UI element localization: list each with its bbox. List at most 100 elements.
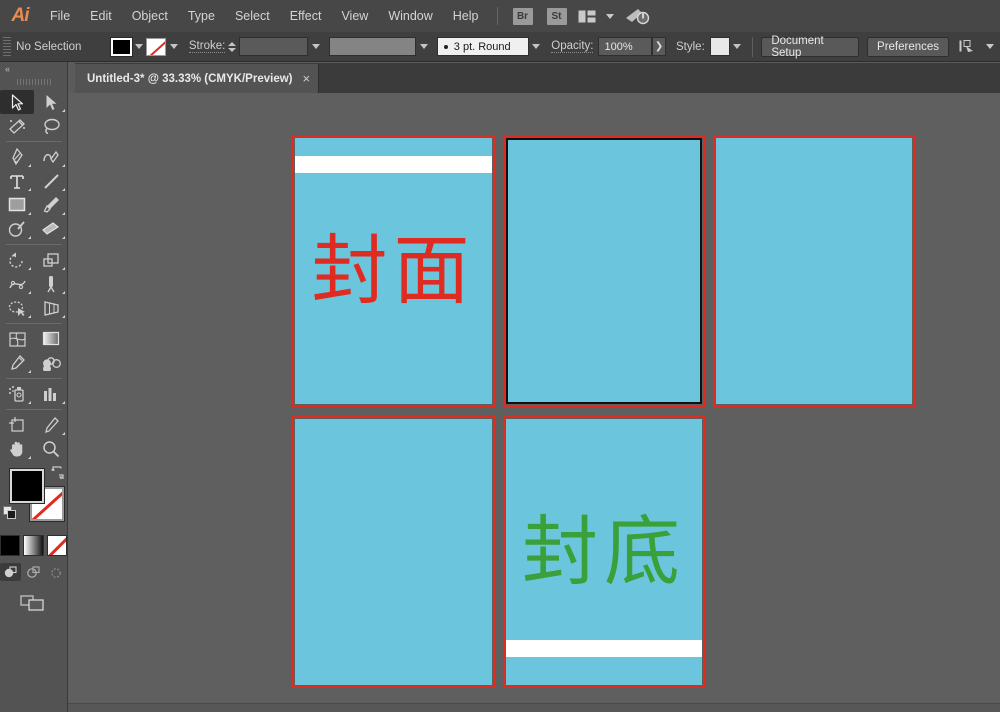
arrange-chevron-down-icon[interactable] xyxy=(606,14,614,19)
lasso-tool[interactable] xyxy=(34,114,68,138)
shape-builder-tool[interactable] xyxy=(0,296,34,320)
selection-tool[interactable] xyxy=(0,90,34,114)
document-tab[interactable]: Untitled-3* @ 33.33% (CMYK/Preview) × xyxy=(75,64,319,93)
gradient-tool[interactable] xyxy=(34,327,68,351)
fill-color-swatch[interactable] xyxy=(111,38,131,56)
width-tool[interactable] xyxy=(0,272,34,296)
stroke-color-chevron-down-icon[interactable] xyxy=(166,37,181,57)
hand-tool[interactable] xyxy=(0,437,34,461)
style-chevron-down-icon[interactable] xyxy=(730,37,745,57)
menu-help[interactable]: Help xyxy=(443,0,489,32)
column-graph-tool[interactable] xyxy=(34,382,68,406)
opacity-input[interactable]: 100% xyxy=(598,37,652,56)
slice-tool[interactable] xyxy=(34,413,68,437)
brush-definition-chevron-down-icon[interactable] xyxy=(529,37,544,57)
opacity-expand-button[interactable]: ❯ xyxy=(652,37,666,56)
none-mode-button[interactable] xyxy=(47,535,67,556)
style-label: Style: xyxy=(676,41,705,53)
bridge-button[interactable]: Br xyxy=(513,8,533,25)
menu-edit[interactable]: Edit xyxy=(80,0,122,32)
stepper-down-icon[interactable] xyxy=(228,48,236,52)
align-to-artboard-icon[interactable] xyxy=(959,39,976,54)
menu-effect[interactable]: Effect xyxy=(280,0,332,32)
draw-normal-button[interactable] xyxy=(0,563,21,581)
canvas-area[interactable]: 封面 封底 xyxy=(68,93,1000,712)
artboard-1[interactable]: 封面 xyxy=(292,135,495,407)
symbol-sprayer-tool[interactable] xyxy=(0,382,34,406)
brush-definition-label: 3 pt. Round xyxy=(454,41,511,53)
artboard-5[interactable]: 封底 xyxy=(503,416,705,688)
menu-file[interactable]: File xyxy=(40,0,80,32)
artboard-5-page: 封底 xyxy=(506,419,702,685)
magic-wand-tool[interactable] xyxy=(0,114,34,138)
artboard-3[interactable] xyxy=(713,135,915,407)
align-chevron-down-icon[interactable] xyxy=(986,44,994,49)
draw-behind-button[interactable] xyxy=(23,563,44,581)
change-screen-mode-button[interactable] xyxy=(20,593,48,618)
canvas-horizontal-scrollbar[interactable] xyxy=(68,703,1000,712)
gradient-mode-button[interactable] xyxy=(23,535,43,556)
screen-mode-row xyxy=(0,593,67,618)
control-bar-divider xyxy=(752,37,753,57)
tool-group-color xyxy=(0,327,68,375)
graphic-style-swatch[interactable] xyxy=(710,37,730,56)
brush-definition-select[interactable]: 3 pt. Round xyxy=(437,37,529,56)
artboard-4[interactable] xyxy=(292,416,495,688)
color-mode-button[interactable] xyxy=(0,535,20,556)
curvature-tool[interactable] xyxy=(34,145,68,169)
stroke-color-swatch[interactable] xyxy=(146,38,166,56)
menubar-divider xyxy=(497,7,498,25)
tool-group-navigation xyxy=(0,413,68,461)
document-setup-button[interactable]: Document Setup xyxy=(761,37,859,57)
rectangle-tool[interactable] xyxy=(0,193,34,217)
menu-object[interactable]: Object xyxy=(122,0,178,32)
eyedropper-tool[interactable] xyxy=(0,351,34,375)
collapse-tools-button[interactable]: « xyxy=(0,62,67,76)
flyout-indicator-icon xyxy=(62,315,65,318)
stock-button[interactable]: St xyxy=(547,8,567,25)
artboard-2[interactable] xyxy=(503,135,705,407)
perspective-grid-tool[interactable] xyxy=(34,296,68,320)
variable-width-chevron-down-icon[interactable] xyxy=(416,37,431,57)
control-bar-grip[interactable] xyxy=(3,37,11,57)
variable-width-profile-input[interactable] xyxy=(329,37,416,56)
eraser-tool[interactable] xyxy=(34,217,68,241)
stroke-weight-stepper[interactable] xyxy=(228,42,236,52)
flyout-indicator-icon xyxy=(28,291,31,294)
line-segment-tool[interactable] xyxy=(34,169,68,193)
menu-type[interactable]: Type xyxy=(178,0,225,32)
direct-selection-tool[interactable] xyxy=(34,90,68,114)
stroke-weight-chevron-down-icon[interactable] xyxy=(308,37,323,57)
rotate-tool[interactable] xyxy=(0,248,34,272)
menu-view[interactable]: View xyxy=(331,0,378,32)
scale-tool[interactable] xyxy=(34,248,68,272)
artboard-tool[interactable] xyxy=(0,413,34,437)
menu-window[interactable]: Window xyxy=(378,0,442,32)
shaper-tool[interactable] xyxy=(0,217,34,241)
preferences-button[interactable]: Preferences xyxy=(867,37,949,57)
fill-color-chevron-down-icon[interactable] xyxy=(132,37,147,57)
swap-fill-stroke-icon[interactable] xyxy=(50,466,64,480)
workspace-switcher-icon[interactable] xyxy=(624,7,650,25)
blend-tool[interactable] xyxy=(34,351,68,375)
tool-group-symbols xyxy=(0,382,68,406)
free-transform-tool[interactable] xyxy=(34,272,68,296)
stepper-up-icon[interactable] xyxy=(228,42,236,46)
stroke-weight-input[interactable] xyxy=(239,37,308,56)
default-fill-stroke-icon[interactable] xyxy=(3,506,17,520)
mesh-tool[interactable] xyxy=(0,327,34,351)
tools-panel-grip[interactable] xyxy=(17,76,51,88)
draw-inside-button[interactable] xyxy=(46,563,67,581)
menu-select[interactable]: Select xyxy=(225,0,280,32)
close-icon[interactable]: × xyxy=(303,72,311,85)
toolbar-fill-swatch[interactable] xyxy=(10,469,44,503)
flyout-indicator-icon xyxy=(62,212,65,215)
pen-tool[interactable] xyxy=(0,145,34,169)
paintbrush-tool[interactable] xyxy=(34,193,68,217)
arrange-documents-icon[interactable] xyxy=(578,10,596,23)
zoom-tool[interactable] xyxy=(34,437,68,461)
opacity-label[interactable]: Opacity: xyxy=(551,40,593,53)
type-tool[interactable] xyxy=(0,169,34,193)
flyout-indicator-icon xyxy=(28,315,31,318)
stroke-weight-label[interactable]: Stroke: xyxy=(189,40,225,53)
